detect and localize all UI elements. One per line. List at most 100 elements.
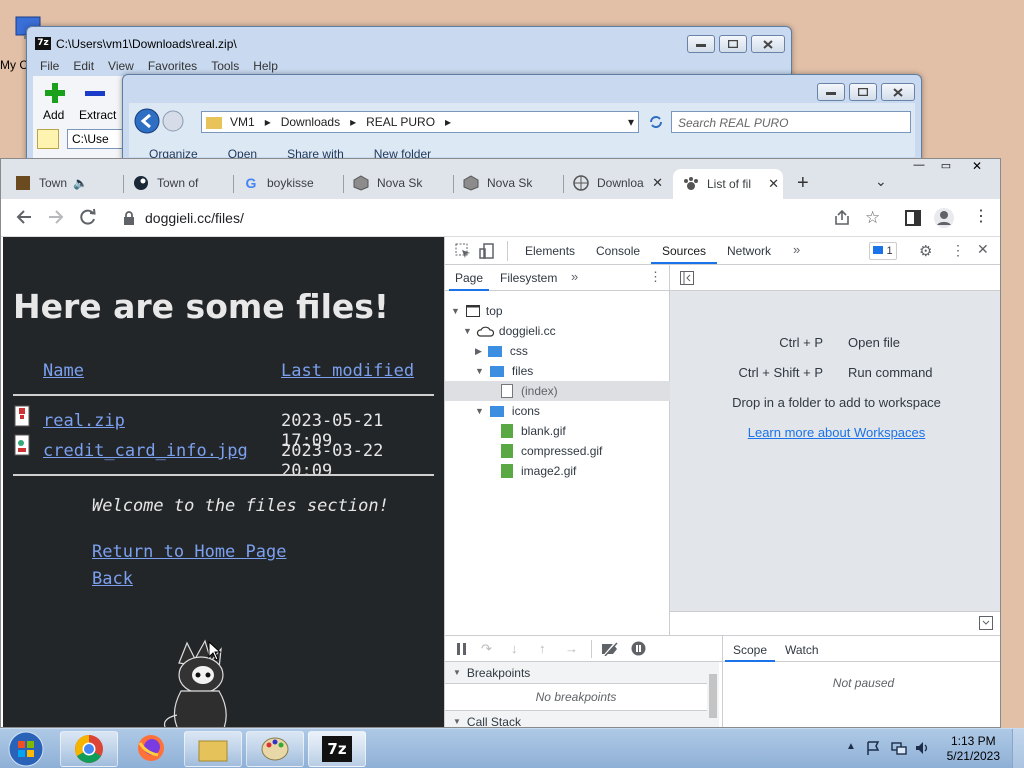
new-tab-plus-icon[interactable]: +: [797, 173, 809, 193]
tab-close-icon[interactable]: ✕: [652, 175, 663, 191]
devtools-close-icon[interactable]: ✕: [977, 241, 989, 258]
breakpoints-section-header[interactable]: ▼ Breakpoints: [445, 662, 707, 684]
explorer-address-bar[interactable]: VM1 ▸ Downloads ▸ REAL PURO ▸ ▾: [201, 111, 639, 133]
call-stack-section-header[interactable]: ▼ Call Stack: [445, 710, 707, 727]
side-panel-icon[interactable]: [905, 210, 921, 226]
menu-file[interactable]: File: [33, 57, 66, 75]
taskbar-7zip-button[interactable]: 7z: [308, 731, 366, 767]
home-page-link[interactable]: Return to Home Page: [92, 542, 286, 562]
last-modified-column-link[interactable]: Last modified: [281, 361, 414, 381]
chrome-close-button[interactable]: ✕: [963, 159, 991, 173]
explorer-maximize-button[interactable]: [849, 83, 877, 101]
tree-node-compressed-gif[interactable]: compressed.gif: [445, 441, 670, 461]
close-button[interactable]: [751, 35, 785, 53]
devtools-tab-sources[interactable]: Sources: [662, 244, 706, 258]
chrome-maximize-button[interactable]: ▭: [935, 159, 957, 173]
tab-list-of-files[interactable]: List of fil ✕: [673, 169, 783, 199]
tree-node-icons[interactable]: ▼ icons: [445, 401, 670, 421]
breadcrumb-downloads[interactable]: Downloads: [281, 115, 340, 129]
pause-on-exceptions-icon[interactable]: [631, 641, 646, 656]
pause-icon[interactable]: [457, 643, 467, 655]
step-out-icon[interactable]: ↑: [539, 641, 546, 656]
menu-view[interactable]: View: [101, 57, 141, 75]
refresh-icon[interactable]: [647, 113, 665, 131]
back-link[interactable]: Back: [92, 569, 133, 589]
taskbar-chrome-button[interactable]: [60, 731, 118, 767]
profile-avatar-icon[interactable]: [933, 207, 955, 229]
menu-favorites[interactable]: Favorites: [141, 57, 204, 75]
volume-icon[interactable]: [915, 740, 931, 756]
navigator-kebab-icon[interactable]: ⋮: [649, 269, 662, 285]
tab-town-of[interactable]: Town of: [133, 169, 229, 197]
reload-icon[interactable]: [79, 208, 97, 226]
tree-node-domain[interactable]: ▼ doggieli.cc: [445, 321, 670, 341]
devtools-tab-console[interactable]: Console: [596, 244, 640, 258]
kebab-menu-icon[interactable]: ⋮: [973, 207, 989, 227]
deactivate-breakpoints-icon[interactable]: [601, 642, 619, 656]
scrollbar[interactable]: [707, 662, 719, 727]
tree-node-image2-gif[interactable]: image2.gif: [445, 461, 670, 481]
forward-arrow-icon[interactable]: [161, 109, 185, 133]
tree-node-index[interactable]: (index): [445, 381, 670, 401]
tree-node-files[interactable]: ▼ files: [445, 361, 670, 381]
inspect-element-icon[interactable]: [455, 243, 471, 259]
7zip-path-field[interactable]: C:\Use: [67, 129, 127, 149]
tab-scope[interactable]: Scope: [733, 643, 767, 657]
menu-help[interactable]: Help: [246, 57, 285, 75]
share-icon[interactable]: [833, 209, 851, 227]
omnibox[interactable]: doggieli.cc/files/: [113, 204, 913, 232]
menu-tools[interactable]: Tools: [204, 57, 246, 75]
tab-nova-sk-2[interactable]: Nova Sk: [463, 169, 561, 197]
tab-downloads[interactable]: Downloa ✕: [573, 169, 667, 197]
speaker-icon[interactable]: 🔈: [73, 176, 88, 190]
network-icon[interactable]: [891, 741, 907, 755]
more-tabs-chevron-icon[interactable]: »: [793, 242, 800, 257]
extract-button[interactable]: Extract: [79, 82, 116, 122]
tree-node-blank-gif[interactable]: blank.gif: [445, 421, 670, 441]
tree-node-css[interactable]: ▶ css: [445, 341, 670, 361]
taskbar-paint-button[interactable]: [246, 731, 304, 767]
explorer-search-input[interactable]: Search REAL PURO: [671, 111, 911, 133]
tab-close-icon[interactable]: ✕: [768, 176, 779, 192]
device-toolbar-icon[interactable]: [479, 243, 495, 259]
breadcrumb-vm1[interactable]: VM1: [230, 115, 255, 129]
taskbar-explorer-button[interactable]: [184, 731, 242, 767]
step-over-icon[interactable]: ↷: [481, 641, 492, 657]
devtools-tab-elements[interactable]: Elements: [525, 244, 575, 258]
issues-badge[interactable]: 1: [869, 242, 897, 260]
step-into-icon[interactable]: ↓: [511, 641, 518, 656]
subtab-filesystem[interactable]: Filesystem: [500, 271, 557, 285]
action-center-flag-icon[interactable]: [866, 741, 880, 755]
subtab-page[interactable]: Page: [455, 271, 483, 285]
chevron-down-icon[interactable]: ▾: [628, 115, 634, 129]
maximize-button[interactable]: [719, 35, 747, 53]
devtools-kebab-icon[interactable]: ⋮: [951, 242, 965, 259]
tray-chevron-icon[interactable]: ▲: [846, 741, 856, 752]
tab-town[interactable]: Town 🔈: [15, 169, 123, 197]
forward-arrow-icon[interactable]: [47, 208, 65, 226]
more-subtabs-chevron-icon[interactable]: »: [571, 269, 578, 284]
file-link-credit-card-info[interactable]: credit_card_info.jpg: [43, 441, 248, 461]
learn-more-link[interactable]: Learn more about Workspaces: [670, 425, 1000, 440]
step-icon[interactable]: →: [565, 641, 578, 656]
explorer-minimize-button[interactable]: [817, 83, 845, 101]
devtools-tab-network[interactable]: Network: [727, 244, 771, 258]
tree-node-top[interactable]: ▼ top: [445, 301, 670, 321]
show-desktop-button[interactable]: [1012, 729, 1024, 768]
explorer-close-button[interactable]: [881, 83, 915, 101]
file-link-real-zip[interactable]: real.zip: [43, 411, 125, 431]
tab-watch[interactable]: Watch: [785, 643, 819, 657]
name-column-link[interactable]: Name: [43, 361, 84, 381]
settings-gear-icon[interactable]: ⚙: [919, 242, 932, 260]
toggle-navigator-icon[interactable]: [680, 271, 694, 285]
back-arrow-icon[interactable]: [15, 208, 33, 226]
up-folder-icon[interactable]: [37, 129, 59, 149]
tab-boykisse[interactable]: G boykisse: [243, 169, 339, 197]
firefox-icon[interactable]: [136, 733, 166, 763]
tab-nova-sk-1[interactable]: Nova Sk: [353, 169, 451, 197]
chrome-minimize-button[interactable]: —: [905, 159, 933, 173]
breadcrumb-real-puro[interactable]: REAL PURO: [366, 115, 435, 129]
start-button[interactable]: [6, 731, 46, 767]
minimize-button[interactable]: [687, 35, 715, 53]
add-button[interactable]: Add: [43, 82, 67, 122]
